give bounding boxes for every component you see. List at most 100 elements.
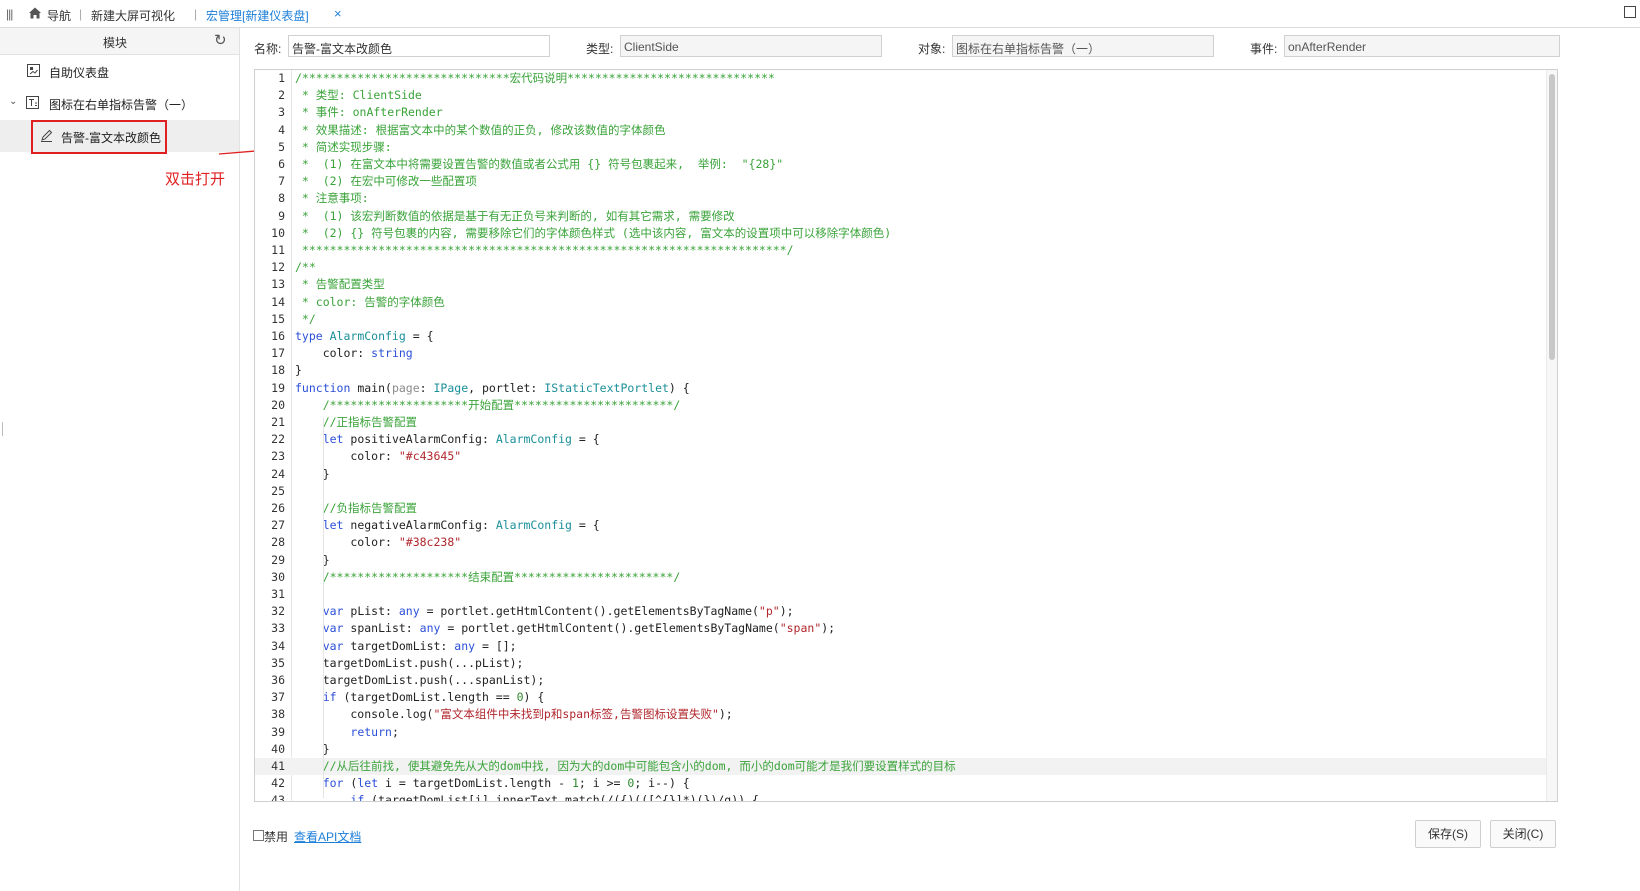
code-token: pList:	[350, 604, 399, 619]
code-token: * (1) 该宏判断数值的依据是基于有无正负号来判断的, 如有其它需求, 需要修…	[295, 208, 735, 223]
code-text: * 类型: ClientSide	[295, 87, 422, 104]
sidebar-title: 模块	[102, 36, 127, 50]
code-line[interactable]: 42 for (let i = targetDomList.length - 1…	[255, 775, 1549, 792]
code-line[interactable]: 3 * 事件: onAfterRender	[255, 104, 1549, 121]
code-line[interactable]: 40 }	[255, 741, 1549, 758]
line-number: 15	[271, 311, 285, 326]
line-number: 22	[271, 432, 285, 447]
code-line[interactable]: 35 targetDomList.push(...pList);	[255, 655, 1549, 672]
code-line[interactable]: 12 /**	[255, 259, 1549, 276]
editor-scrollbar[interactable]	[1546, 70, 1557, 801]
code-token: AlarmConfig	[495, 518, 572, 533]
code-line[interactable]: 29 }	[255, 552, 1549, 569]
code-token: let	[322, 518, 351, 533]
save-button[interactable]: 保存(S)	[1415, 820, 1481, 848]
code-line[interactable]: 9 * (1) 该宏判断数值的依据是基于有无正负号来判断的, 如有其它需求, 需…	[255, 208, 1549, 225]
code-line[interactable]: 5 * 简述实现步骤:	[255, 139, 1549, 156]
name-label: 名称:	[254, 42, 282, 56]
code-line[interactable]: 19 function main(page: IPage, portlet: IS…	[255, 380, 1549, 397]
separator: |	[194, 7, 198, 21]
code-token: * 简述实现步骤:	[295, 139, 392, 154]
code-line[interactable]: 30 /********************结束配置************…	[255, 569, 1549, 586]
code-line[interactable]: 25	[255, 483, 1549, 500]
code-line[interactable]: 20 /********************开始配置************…	[255, 397, 1549, 414]
code-token: ;	[391, 724, 399, 739]
code-token: /******************************宏代码说明****…	[295, 71, 775, 85]
code-token: color:	[295, 449, 399, 464]
code-line[interactable]: 1 /******************************宏代码说明***…	[255, 70, 1549, 87]
code-line[interactable]: 23 color: "#c43645"	[255, 448, 1549, 465]
tree-item-label: 图标在右单指标告警（一）	[49, 98, 194, 112]
code-line[interactable]: 38 console.log("富文本组件中未找到p和span标签,告警图标设置…	[255, 706, 1549, 723]
code-token: page	[391, 380, 420, 395]
close-button[interactable]: 关闭(C)	[1490, 820, 1556, 848]
code-line[interactable]: 36 targetDomList.push(...spanList);	[255, 672, 1549, 689]
code-line[interactable]: 34 var targetDomList: any = [];	[255, 638, 1549, 655]
tree-item-alarm-component[interactable]: ⌄ 图标在右单指标告警（一）	[0, 88, 239, 118]
code-line[interactable]: 43 if (targetDomList[i].innerText.match(…	[255, 792, 1549, 801]
code-line[interactable]: 27 let negativeAlarmConfig: AlarmConfig …	[255, 517, 1549, 534]
code-line[interactable]: 24 }	[255, 466, 1549, 483]
tree-item-dashboard[interactable]: 自助仪表盘	[0, 56, 239, 86]
code-text: color: "#c43645"	[295, 448, 461, 465]
refresh-icon[interactable]: ↻	[214, 31, 227, 49]
code-line[interactable]: 37 if (targetDomList.length == 0) {	[255, 689, 1549, 706]
code-line[interactable]: 28 color: "#38c238"	[255, 534, 1549, 551]
code-editor[interactable]: 1 /******************************宏代码说明***…	[254, 69, 1558, 802]
code-line[interactable]: 22 let positiveAlarmConfig: AlarmConfig …	[255, 431, 1549, 448]
code-token: "p"	[758, 604, 780, 619]
code-line[interactable]: 6 * (1) 在富文本中将需要设置告警的数值或者公式用 {} 符号包裹起来, …	[255, 156, 1549, 173]
resize-handle[interactable]	[2, 422, 3, 436]
menu-icon[interactable]: |||	[6, 7, 13, 21]
code-token: negativeAlarmConfig:	[350, 518, 496, 533]
line-number: 25	[271, 483, 285, 498]
code-line[interactable]: 18}	[255, 362, 1549, 379]
code-token: = {	[571, 518, 600, 533]
code-line[interactable]: 15 */	[255, 311, 1549, 328]
code-line[interactable]: 21 //正指标告警配置	[255, 414, 1549, 431]
close-tab-icon[interactable]: ×	[334, 6, 342, 21]
code-line[interactable]: 4 * 效果描述: 根据富文本中的某个数值的正负, 修改该数值的字体颜色	[255, 122, 1549, 139]
code-line[interactable]: 33 var spanList: any = portlet.getHtmlCo…	[255, 620, 1549, 637]
code-token: function	[295, 380, 358, 395]
name-input[interactable]: 告警-富文本改颜色	[288, 35, 550, 57]
code-token: targetDomList:	[350, 638, 455, 653]
code-line[interactable]: 17 color: string	[255, 345, 1549, 362]
code-token: * (1) 在富文本中将需要设置告警的数值或者公式用 {} 符号包裹起来, 举例…	[295, 157, 784, 171]
api-doc-link[interactable]: 查看API文档	[294, 828, 361, 845]
code-token: }	[295, 466, 330, 481]
code-line[interactable]: 7 * (2) 在宏中可修改一些配置项	[255, 173, 1549, 190]
code-line[interactable]: 39 return;	[255, 724, 1549, 741]
line-number: 39	[271, 724, 285, 739]
code-line[interactable]: 14 * color: 告警的字体颜色	[255, 294, 1549, 311]
code-text: * 告警配置类型	[295, 276, 385, 293]
code-line[interactable]: 41 //从后往前找, 使其避免先从大的dom中找, 因为大的dom中可能包含小…	[255, 758, 1549, 776]
editor-scrollbar-thumb[interactable]	[1549, 74, 1555, 360]
code-token: 1	[571, 776, 579, 791]
chevron-down-icon[interactable]: ⌄	[9, 96, 17, 107]
code-line[interactable]: 13 * 告警配置类型	[255, 276, 1549, 293]
home-icon[interactable]	[28, 6, 42, 20]
line-number: 41	[255, 758, 285, 776]
code-line[interactable]: 16 type AlarmConfig = {	[255, 328, 1549, 345]
tab-new-dashboard-screen[interactable]: 新建大屏可视化	[91, 7, 175, 24]
nav-link[interactable]: 导航	[47, 7, 71, 24]
maximize-icon[interactable]	[1624, 6, 1636, 18]
code-token: }	[295, 741, 330, 756]
disable-checkbox[interactable]	[253, 830, 264, 841]
line-number: 8	[278, 191, 285, 206]
code-line[interactable]: 11 *************************************…	[255, 242, 1549, 259]
line-number: 32	[271, 604, 285, 619]
code-line[interactable]: 10 * (2) {} 符号包裹的内容, 需要移除它们的字体颜色样式 (选中该内…	[255, 225, 1549, 242]
code-line[interactable]: 8 * 注意事项:	[255, 190, 1549, 207]
code-text: * color: 告警的字体颜色	[295, 294, 445, 311]
line-number: 31	[271, 587, 285, 601]
code-text: * 效果描述: 根据富文本中的某个数值的正负, 修改该数值的字体颜色	[295, 122, 666, 139]
code-text: * (2) 在宏中可修改一些配置项	[295, 173, 477, 190]
code-line[interactable]: 26 //负指标告警配置	[255, 500, 1549, 517]
code-line[interactable]: 2 * 类型: ClientSide	[255, 87, 1549, 104]
code-line[interactable]: 32 var pList: any = portlet.getHtmlConte…	[255, 603, 1549, 620]
code-token: * 事件: onAfterRender	[295, 105, 443, 120]
code-line[interactable]: 31	[255, 586, 1549, 603]
tab-macro-manager[interactable]: 宏管理[新建仪表盘]	[206, 7, 309, 24]
